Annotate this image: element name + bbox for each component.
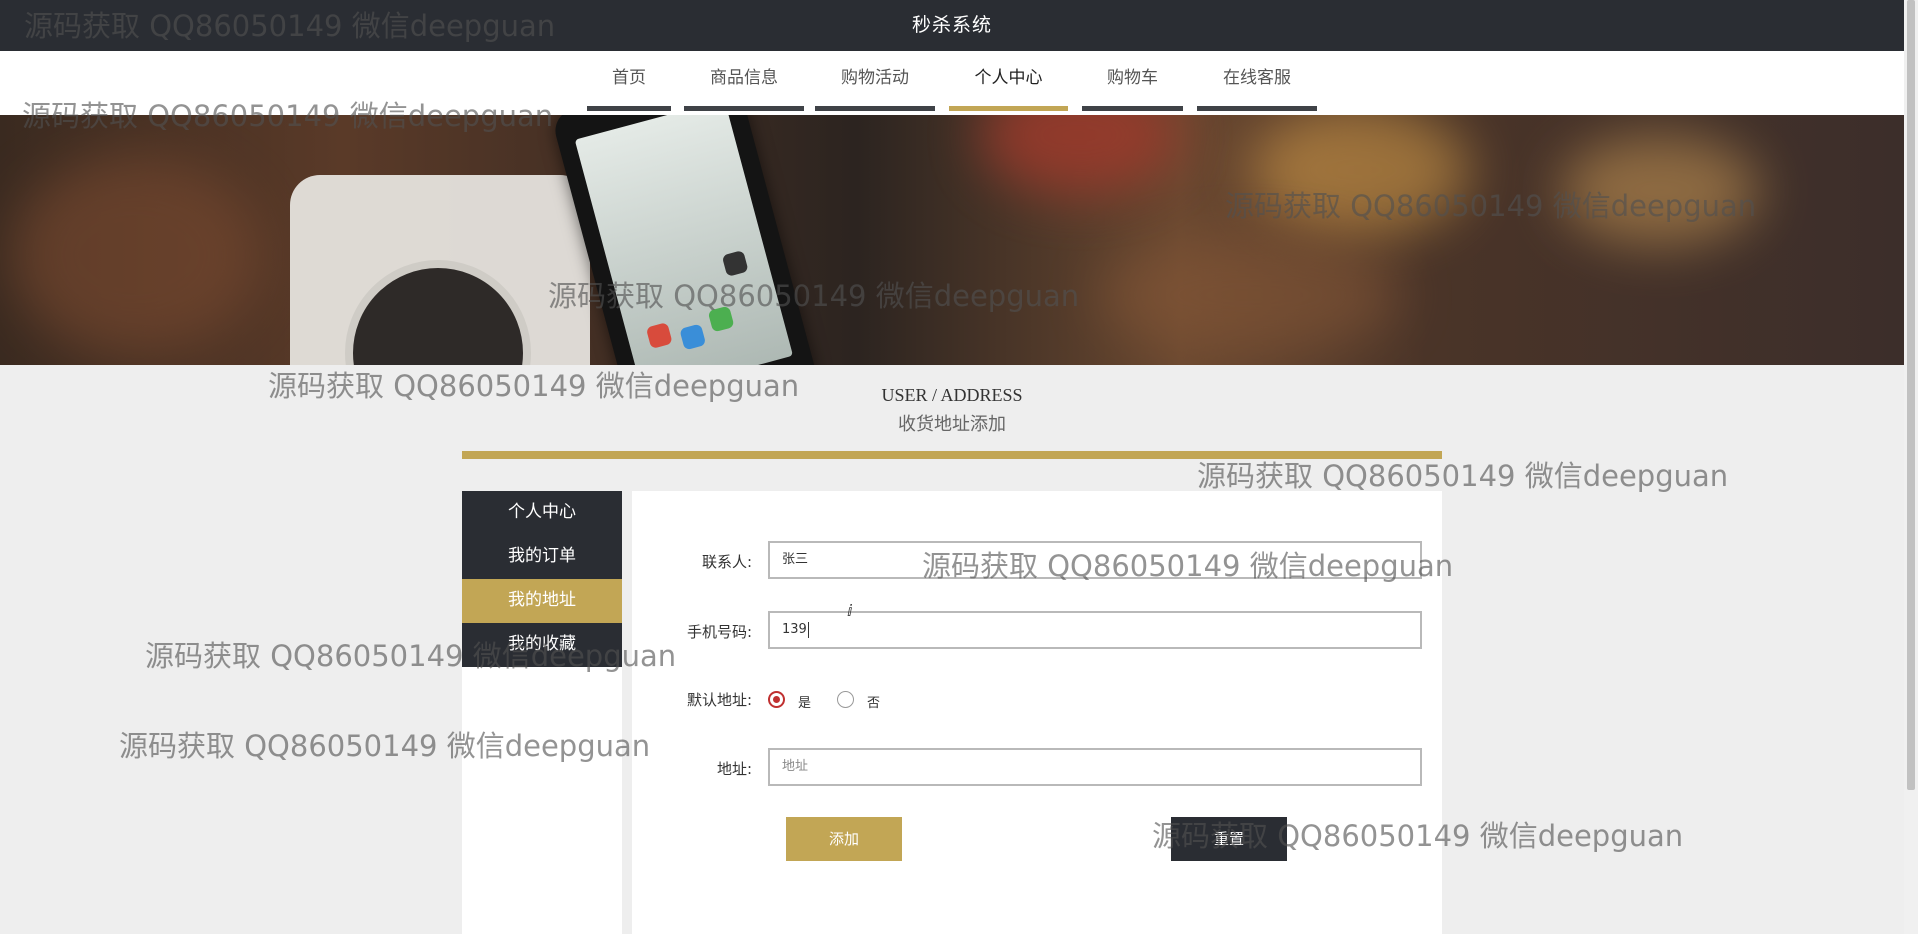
- address-label: 地址:: [716, 760, 752, 778]
- contact-value: 张三: [782, 552, 809, 567]
- contact-input[interactable]: 张三: [768, 541, 1422, 579]
- nav-item-online-service[interactable]: 在线客服: [1197, 51, 1317, 111]
- add-button[interactable]: 添加: [786, 817, 902, 861]
- phone-label: 手机号码:: [686, 623, 752, 641]
- main-nav: 首页 商品信息 购物活动 个人中心 购物车 在线客服: [0, 51, 1904, 115]
- section-title-en: USER / ADDRESS: [881, 385, 1023, 405]
- page-scrollbar[interactable]: [1904, 0, 1918, 934]
- default-yes-radio[interactable]: [768, 691, 785, 708]
- default-yes-label: 是: [798, 696, 812, 711]
- scrollbar-thumb[interactable]: [1907, 0, 1915, 790]
- app-title: 秒杀系统: [911, 14, 992, 36]
- phone-image: [550, 115, 820, 365]
- address-input[interactable]: 地址: [768, 748, 1422, 786]
- nav-item-cart[interactable]: 购物车: [1082, 51, 1183, 111]
- nav-item-products[interactable]: 商品信息: [684, 51, 804, 111]
- user-sidebar: 个人中心 我的订单 我的地址 我的收藏: [462, 491, 622, 934]
- contact-label: 联系人:: [701, 553, 752, 571]
- section-title-cn: 收货地址添加: [898, 414, 1006, 434]
- default-no-radio[interactable]: [837, 691, 854, 708]
- nav-item-personal-center[interactable]: 个人中心: [949, 51, 1068, 111]
- ibeam-cursor-icon: ⅈ: [847, 601, 853, 620]
- section-heading: USER / ADDRESS 收货地址添加: [462, 385, 1442, 436]
- nav-item-shopping-activity[interactable]: 购物活动: [815, 51, 935, 111]
- nav-item-home[interactable]: 首页: [587, 51, 671, 111]
- phone-input[interactable]: 139: [768, 611, 1422, 649]
- default-address-label: 默认地址:: [686, 691, 752, 709]
- hero-banner: [0, 115, 1904, 365]
- section-divider: [462, 451, 1442, 459]
- text-cursor: [807, 621, 809, 638]
- address-form: 联系人: 张三 手机号码: 139 ⅈ 默认地址: 是 否 地址: 地址 添加 …: [632, 491, 1442, 934]
- default-no-label: 否: [867, 696, 881, 711]
- phone-value: 139: [782, 622, 807, 637]
- watermark-text: 源码获取 QQ86050149 微信deepguan: [1197, 459, 1729, 493]
- top-bar: 秒杀系统: [0, 0, 1904, 51]
- address-placeholder: 地址: [782, 759, 809, 774]
- reset-button[interactable]: 重置: [1171, 817, 1287, 861]
- sidebar-item-my-favorites[interactable]: 我的收藏: [462, 623, 622, 667]
- sidebar-item-my-address[interactable]: 我的地址: [462, 579, 622, 623]
- sidebar-item-my-orders[interactable]: 我的订单: [462, 535, 622, 579]
- sidebar-item-personal-center[interactable]: 个人中心: [462, 491, 622, 535]
